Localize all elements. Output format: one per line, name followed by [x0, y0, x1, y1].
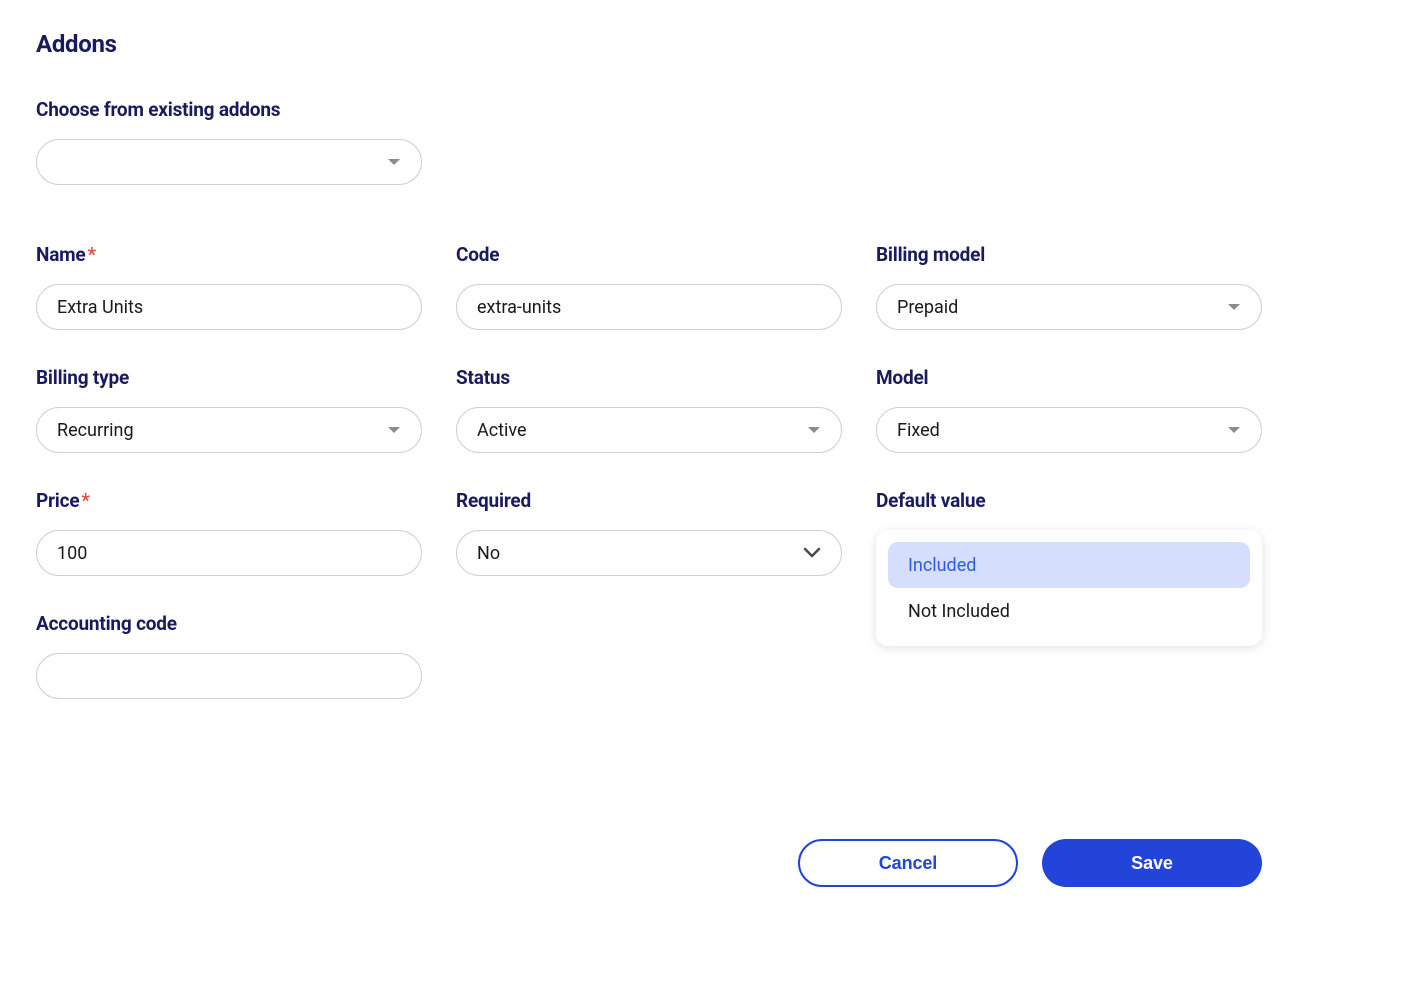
accounting-code-input[interactable] — [36, 653, 422, 699]
default-value-option-included[interactable]: Included — [888, 542, 1250, 588]
status-select[interactable]: Active — [456, 407, 842, 453]
model-value: Fixed — [897, 420, 1227, 441]
billing-type-value: Recurring — [57, 420, 387, 441]
billing-type-label: Billing type — [36, 366, 422, 389]
required-star-icon: * — [81, 489, 89, 512]
page-title: Addons — [36, 30, 1370, 58]
default-value-dropdown: Included Not Included — [876, 530, 1262, 646]
code-label: Code — [456, 243, 842, 266]
cancel-button[interactable]: Cancel — [798, 839, 1018, 887]
status-value: Active — [477, 420, 807, 441]
existing-addons-label: Choose from existing addons — [36, 98, 1370, 121]
required-star-icon: * — [88, 243, 96, 266]
chevron-down-icon — [803, 547, 821, 559]
chevron-down-icon — [1227, 425, 1241, 435]
chevron-down-icon — [387, 157, 401, 167]
model-label: Model — [876, 366, 1262, 389]
price-input[interactable] — [36, 530, 422, 576]
billing-model-label: Billing model — [876, 243, 1262, 266]
accounting-code-label: Accounting code — [36, 612, 422, 635]
chevron-down-icon — [807, 425, 821, 435]
existing-addons-select[interactable] — [36, 139, 422, 185]
chevron-down-icon — [387, 425, 401, 435]
default-value-label: Default value — [876, 489, 1262, 512]
billing-model-value: Prepaid — [897, 297, 1227, 318]
name-label: Name* — [36, 243, 422, 266]
required-value: No — [477, 543, 803, 564]
required-select[interactable]: No — [456, 530, 842, 576]
code-input[interactable] — [456, 284, 842, 330]
required-label: Required — [456, 489, 842, 512]
price-label: Price* — [36, 489, 422, 512]
status-label: Status — [456, 366, 842, 389]
model-select[interactable]: Fixed — [876, 407, 1262, 453]
save-button[interactable]: Save — [1042, 839, 1262, 887]
name-input[interactable] — [36, 284, 422, 330]
chevron-down-icon — [1227, 302, 1241, 312]
default-value-option-not-included[interactable]: Not Included — [888, 588, 1250, 634]
billing-model-select[interactable]: Prepaid — [876, 284, 1262, 330]
billing-type-select[interactable]: Recurring — [36, 407, 422, 453]
